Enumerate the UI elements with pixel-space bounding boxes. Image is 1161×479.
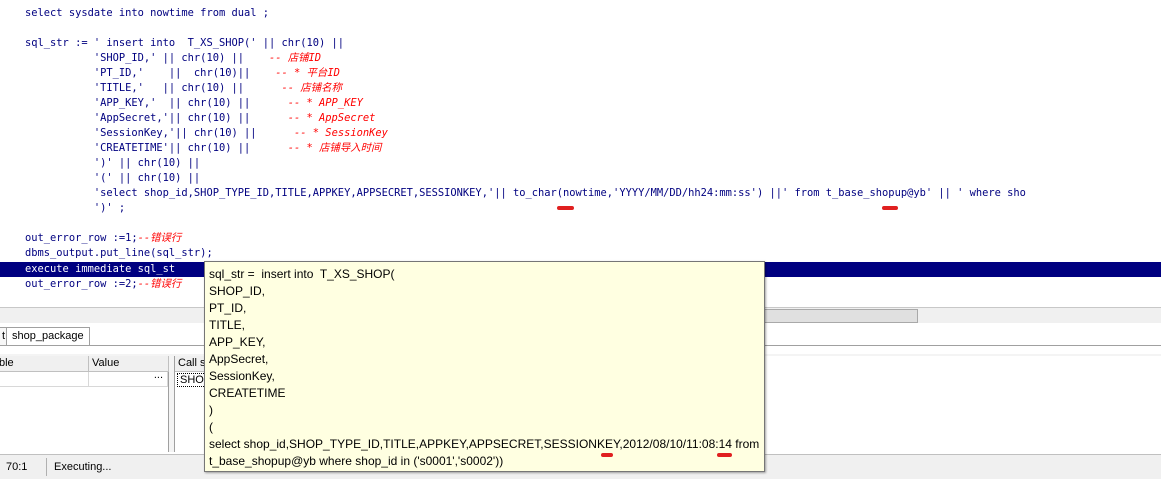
variable-value-tooltip: sql_str = insert into T_XS_SHOP( SHOP_ID… — [204, 261, 765, 472]
code-line-current[interactable]: execute immediate sql_st — [0, 262, 175, 277]
annotation-mark — [717, 453, 732, 457]
tooltip-line: AppSecret, — [209, 352, 269, 366]
code-line[interactable]: ')' ; — [0, 201, 125, 216]
code-line[interactable]: select sysdate into nowtime from dual ; — [0, 6, 269, 21]
tab-label: t — [2, 330, 6, 342]
annotation-mark — [557, 206, 574, 210]
scrollbar-thumb[interactable] — [760, 309, 918, 323]
code-line[interactable]: 'PT_ID,' || chr(10)|| -- * 平台ID — [0, 66, 340, 81]
tab-shop-package[interactable]: shop_package — [6, 327, 90, 345]
code-editor[interactable]: select sysdate into nowtime from dual ; … — [0, 0, 1161, 297]
code-line[interactable]: sql_str := ' insert into T_XS_SHOP(' || … — [0, 36, 344, 51]
tooltip-line: SHOP_ID, — [209, 284, 266, 298]
annotation-mark — [601, 453, 613, 457]
tooltip-line: TITLE, — [209, 318, 246, 332]
tooltip-line: PT_ID, — [209, 301, 247, 315]
tooltip-line: ) — [209, 403, 213, 417]
tooltip-line: sql_str = insert into T_XS_SHOP( — [209, 267, 395, 281]
tooltip-line: select shop_id,SHOP_TYPE_ID,TITLE,APPKEY… — [209, 437, 760, 451]
code-line[interactable]: 'SHOP_ID,' || chr(10) || -- 店铺ID — [0, 51, 321, 66]
column-header-variable[interactable]: ble — [0, 356, 89, 372]
tooltip-line: APP_KEY, — [209, 335, 266, 349]
cursor-position: 70:1 — [6, 461, 28, 473]
variable-value-cell[interactable]: ... — [89, 369, 168, 387]
code-line[interactable]: out_error_row :=2;--错误行 — [0, 277, 181, 292]
code-line[interactable]: dbms_output.put_line(sql_str); — [0, 246, 213, 261]
code-line[interactable]: 'SessionKey,'|| chr(10) || -- * SessionK… — [0, 126, 388, 141]
ellipsis-button[interactable]: ... — [154, 369, 163, 381]
code-line[interactable]: '(' || chr(10) || — [0, 171, 200, 186]
annotation-mark — [882, 206, 898, 210]
tooltip-line: SessionKey, — [209, 369, 275, 383]
tooltip-line: ( — [209, 420, 213, 434]
code-line[interactable]: 'TITLE,' || chr(10) || -- 店铺名称 — [0, 81, 342, 96]
tab-label: shop_package — [12, 330, 84, 342]
tooltip-line: CREATETIME — [209, 386, 286, 400]
code-line[interactable]: 'CREATETIME'|| chr(10) || -- * 店铺导入时间 — [0, 141, 382, 156]
code-line[interactable]: out_error_row :=1;--错误行 — [0, 231, 181, 246]
execution-status: Executing... — [54, 461, 112, 473]
code-line[interactable]: 'APP_KEY,' || chr(10) || -- * APP_KEY — [0, 96, 363, 111]
code-line[interactable]: 'AppSecret,'|| chr(10) || -- * AppSecret — [0, 111, 376, 126]
code-line[interactable]: ')' || chr(10) || — [0, 156, 200, 171]
tooltip-line: t_base_shopup@yb where shop_id in ('s000… — [209, 454, 504, 468]
status-separator — [46, 458, 47, 476]
code-line[interactable]: 'select shop_id,SHOP_TYPE_ID,TITLE,APPKE… — [0, 186, 1026, 201]
variable-name-cell[interactable] — [0, 372, 89, 387]
variables-grid: ble Value ... — [0, 356, 169, 452]
